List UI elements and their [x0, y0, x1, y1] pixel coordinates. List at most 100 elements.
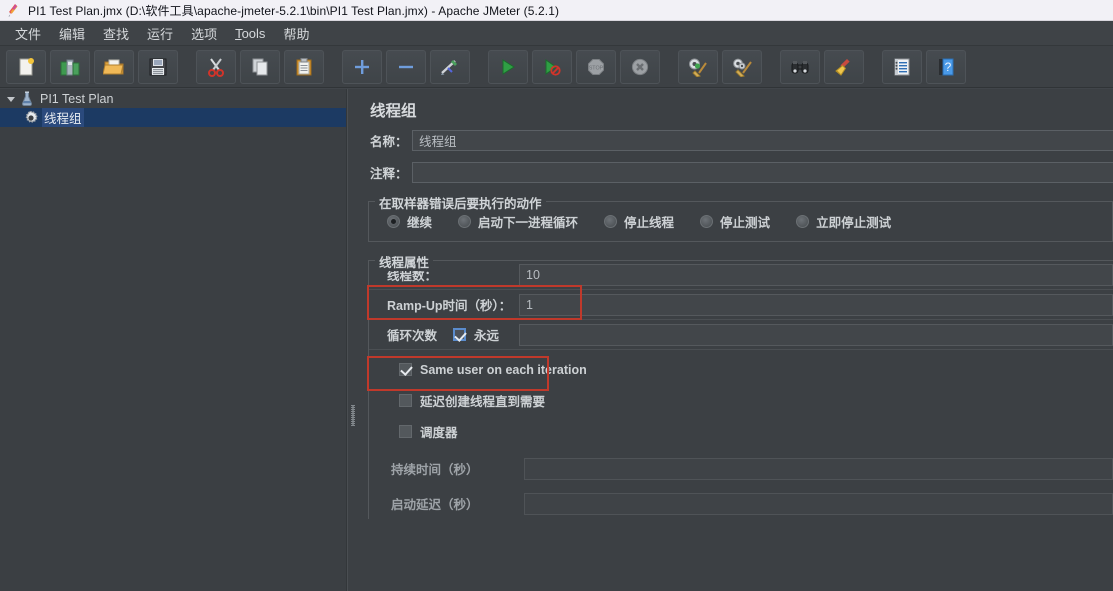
thread-properties-legend: 线程属性: [375, 252, 434, 271]
duration-row: 持续时间（秒）: [369, 453, 1113, 484]
comment-input[interactable]: [412, 162, 1113, 183]
delayed-start-label: 延迟创建线程直到需要: [420, 395, 546, 409]
toolbar-separator-5: [764, 51, 778, 83]
menu-tools-rest: ools: [241, 25, 266, 41]
save-button[interactable]: [138, 49, 178, 84]
scheduler-checkbox-indicator: [399, 425, 412, 438]
list-notes-icon: [892, 57, 912, 77]
tree-node-test-plan[interactable]: PI1 Test Plan: [0, 89, 346, 108]
startup-delay-input[interactable]: [524, 492, 1113, 515]
delayed-start-checkbox-indicator: [399, 394, 412, 407]
paste-button[interactable]: [284, 49, 324, 84]
floppy-disk-icon: [148, 57, 168, 77]
main-content: PI1 Test Plan 线程组 线程组 名称： 线程组 注释： 在取样器错误…: [0, 89, 1113, 591]
threads-input[interactable]: 10: [519, 263, 1113, 286]
menu-edit[interactable]: 编辑: [50, 22, 94, 45]
function-helper-button[interactable]: [882, 49, 922, 84]
toolbar-separator-2: [326, 51, 340, 83]
comment-label: 注释：: [370, 167, 408, 181]
thread-properties-border-top: [369, 260, 1113, 261]
title-bar: PI1 Test Plan.jmx (D:\软件工具\apache-jmeter…: [0, 0, 1113, 21]
toggle-button[interactable]: [430, 49, 470, 84]
split-pane-grip[interactable]: [351, 405, 355, 427]
scheduler-row[interactable]: 调度器: [369, 416, 1113, 447]
radio-start-next-loop-indicator: [458, 214, 472, 228]
tree-node-thread-group-label: 线程组: [42, 108, 84, 127]
gear-broom-icon: [687, 57, 709, 77]
toolbar: STOP ?: [0, 46, 1113, 88]
radio-continue[interactable]: 继续: [387, 212, 432, 231]
radio-stop-thread[interactable]: 停止线程: [604, 212, 674, 231]
gears-broom-icon: [731, 57, 753, 77]
tree-node-thread-group[interactable]: 线程组: [0, 108, 346, 127]
copy-pages-icon: [250, 57, 270, 77]
minus-icon: [396, 57, 416, 77]
search-button[interactable]: [780, 49, 820, 84]
name-row: 名称： 线程组: [358, 128, 1113, 153]
menu-tools[interactable]: Tools: [226, 24, 274, 43]
loops-label: 循环次数: [387, 329, 438, 343]
start-no-pauses-button[interactable]: [532, 49, 572, 84]
forever-label: 永远: [474, 329, 500, 343]
same-user-checkbox-indicator: [399, 363, 412, 376]
loops-input[interactable]: [519, 323, 1113, 346]
clipboard-icon: [294, 57, 314, 77]
thread-properties-group: 线程属性 线程数： 10 Ramp-Up时间（秒）： 1 循环次数 永远 Sam…: [368, 252, 1113, 519]
cut-button[interactable]: [196, 49, 236, 84]
rampup-input[interactable]: 1: [519, 293, 1113, 316]
toolbar-separator-1: [180, 51, 194, 83]
same-user-label: Same user on each iteration: [420, 362, 587, 377]
radio-stop-test[interactable]: 停止测试: [700, 212, 770, 231]
new-document-icon: [16, 57, 36, 77]
new-button[interactable]: [6, 49, 46, 84]
radio-stop-test-now-label: 立即停止测试: [816, 215, 892, 230]
clear-all-button[interactable]: [722, 49, 762, 84]
menu-bar: 文件 编辑 查找 运行 选项 Tools 帮助: [0, 21, 1113, 46]
radio-start-next-loop[interactable]: 启动下一进程循环: [458, 212, 578, 231]
toggle-pencil-icon: [439, 57, 461, 77]
jmeter-window: PI1 Test Plan.jmx (D:\软件工具\apache-jmeter…: [0, 0, 1113, 591]
toolbar-separator-6: [866, 51, 880, 83]
start-button[interactable]: [488, 49, 528, 84]
menu-search[interactable]: 查找: [94, 22, 138, 45]
comment-row: 注释：: [358, 160, 1113, 185]
help-button[interactable]: ?: [926, 49, 966, 84]
shutdown-button[interactable]: [620, 49, 660, 84]
blue-book-question-icon: ?: [936, 57, 956, 77]
templates-button[interactable]: [50, 49, 90, 84]
radio-stop-test-label: 停止测试: [720, 215, 771, 230]
collapse-all-button[interactable]: [386, 49, 426, 84]
menu-help[interactable]: 帮助: [274, 22, 318, 45]
radio-stop-test-now[interactable]: 立即停止测试: [796, 212, 891, 231]
duration-label: 持续时间（秒）: [391, 463, 479, 477]
chevron-down-icon[interactable]: [4, 92, 17, 105]
svg-text:?: ?: [945, 60, 952, 74]
toolbar-separator-4: [662, 51, 676, 83]
same-user-row[interactable]: Same user on each iteration: [369, 354, 1113, 385]
menu-run[interactable]: 运行: [138, 22, 182, 45]
test-plan-tree[interactable]: PI1 Test Plan 线程组: [0, 89, 347, 591]
jmeter-feather-icon: [6, 3, 20, 18]
forever-checkbox[interactable]: 永远: [453, 325, 519, 344]
radio-stop-thread-indicator: [604, 214, 618, 228]
menu-options[interactable]: 选项: [182, 22, 226, 45]
binoculars-icon: [789, 57, 811, 77]
copy-button[interactable]: [240, 49, 280, 84]
stop-button[interactable]: STOP: [576, 49, 616, 84]
thread-group-panel: 线程组 名称： 线程组 注释： 在取样器错误后要执行的动作 继续 启动下一进程循…: [358, 89, 1113, 591]
open-button[interactable]: [94, 49, 134, 84]
radio-stop-test-now-indicator: [796, 214, 810, 228]
radio-start-next-loop-label: 启动下一进程循环: [478, 215, 579, 230]
error-action-legend: 在取样器错误后要执行的动作: [375, 193, 546, 212]
menu-file[interactable]: 文件: [6, 22, 50, 45]
name-input[interactable]: 线程组: [412, 130, 1113, 151]
clear-button[interactable]: [678, 49, 718, 84]
loops-row: 循环次数 永远: [369, 320, 1113, 350]
reset-search-button[interactable]: [824, 49, 864, 84]
rampup-label: Ramp-Up时间（秒）：: [387, 299, 512, 313]
forever-checkbox-indicator: [453, 328, 466, 341]
delayed-start-row[interactable]: 延迟创建线程直到需要: [369, 385, 1113, 416]
startup-delay-label: 启动延迟（秒）: [391, 498, 479, 512]
duration-input[interactable]: [524, 457, 1113, 480]
expand-all-button[interactable]: [342, 49, 382, 84]
